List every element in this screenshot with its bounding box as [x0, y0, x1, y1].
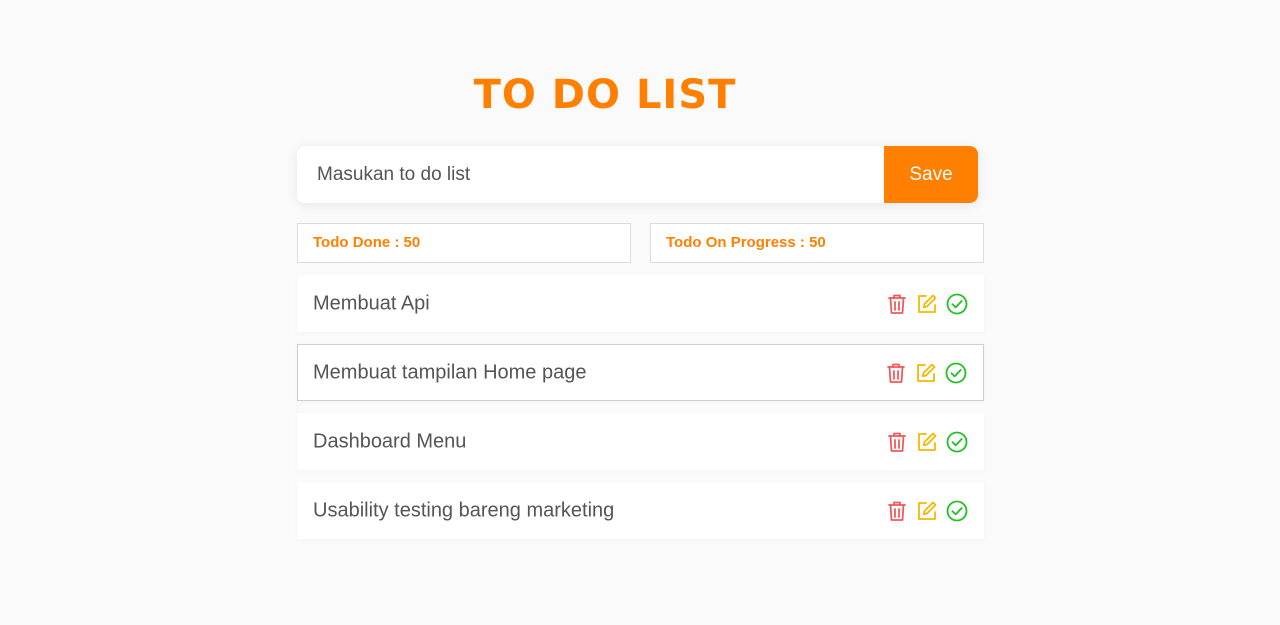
trash-icon[interactable] — [886, 500, 908, 522]
todo-done-counter: Todo Done : 50 — [297, 223, 631, 263]
todo-actions — [886, 500, 968, 522]
todo-item-text: Usability testing bareng marketing — [313, 499, 615, 521]
todo-input[interactable] — [297, 146, 884, 203]
trash-icon[interactable] — [885, 362, 907, 384]
check-circle-icon[interactable] — [946, 500, 968, 522]
check-circle-icon[interactable] — [945, 362, 967, 384]
todo-progress-counter: Todo On Progress : 50 — [650, 223, 984, 263]
edit-icon[interactable] — [916, 431, 938, 453]
todo-item: Usability testing bareng marketing — [297, 482, 984, 539]
todo-item-text: Dashboard Menu — [313, 430, 467, 452]
todo-item-text: Membuat tampilan Home page — [313, 361, 587, 383]
todo-list: Membuat Api Membuat tampilan Home page D… — [297, 275, 984, 551]
trash-icon[interactable] — [886, 431, 908, 453]
todo-form: Save — [297, 146, 978, 203]
todo-item: Dashboard Menu — [297, 413, 984, 470]
edit-icon[interactable] — [916, 500, 938, 522]
todo-item: Membuat tampilan Home page — [297, 344, 984, 401]
edit-icon[interactable] — [915, 362, 937, 384]
todo-item-text: Membuat Api — [313, 292, 430, 314]
trash-icon[interactable] — [886, 293, 908, 315]
check-circle-icon[interactable] — [946, 431, 968, 453]
page-title: TO DO LIST — [473, 72, 737, 118]
todo-actions — [886, 293, 968, 315]
todo-actions — [886, 431, 968, 453]
edit-icon[interactable] — [916, 293, 938, 315]
check-circle-icon[interactable] — [946, 293, 968, 315]
todo-item: Membuat Api — [297, 275, 984, 332]
todo-actions — [885, 362, 967, 384]
save-button[interactable]: Save — [884, 146, 978, 203]
